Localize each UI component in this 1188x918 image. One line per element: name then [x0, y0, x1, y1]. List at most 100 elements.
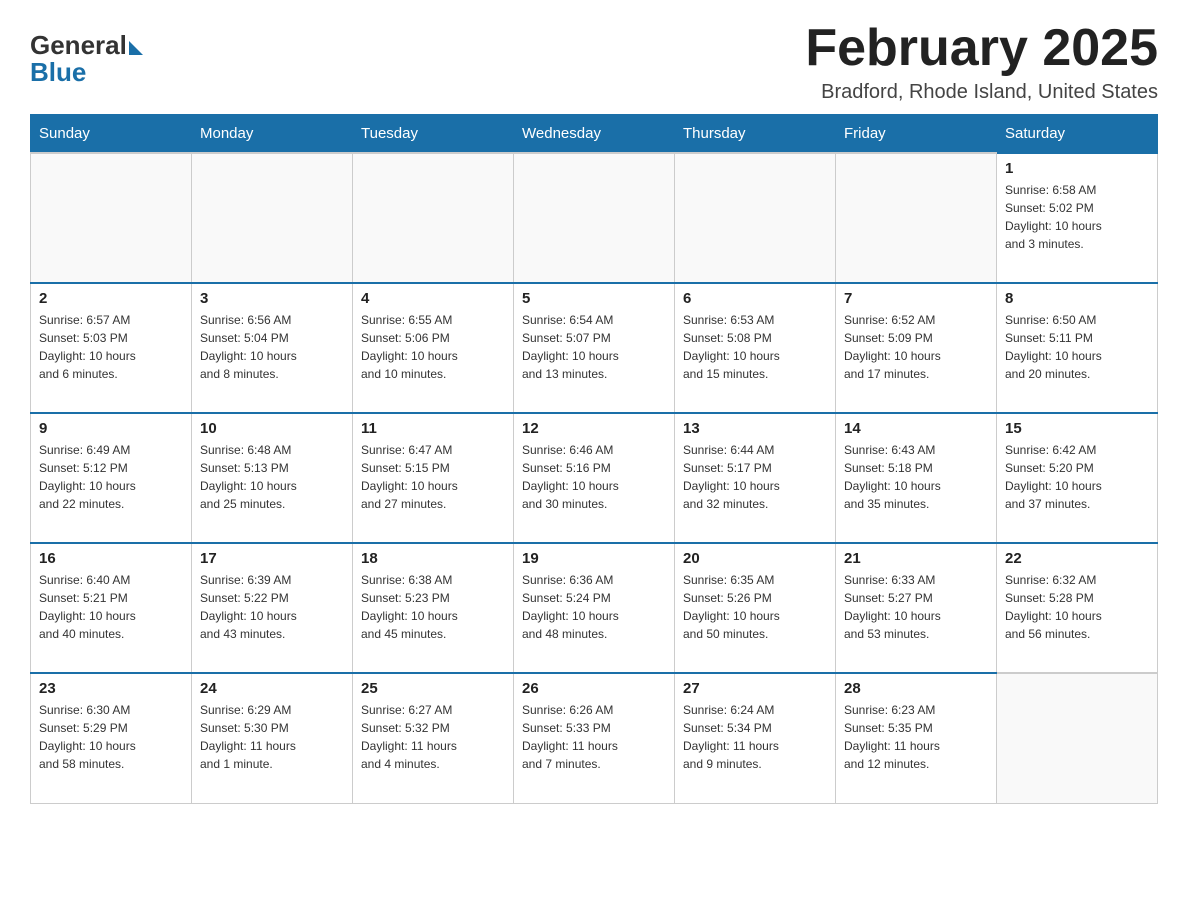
calendar-cell: 1 Sunrise: 6:58 AMSunset: 5:02 PMDaylight… [997, 153, 1158, 283]
day-number: 11 [361, 420, 505, 437]
day-number: 28 [844, 680, 988, 697]
weekday-header-sunday: Sunday [31, 115, 192, 154]
calendar-cell: 18 Sunrise: 6:38 AMSunset: 5:23 PMDayligh… [353, 543, 514, 673]
calendar-cell: 28 Sunrise: 6:23 AMSunset: 5:35 PMDayligh… [836, 673, 997, 803]
calendar-cell: 6 Sunrise: 6:53 AMSunset: 5:08 PMDaylight… [675, 283, 836, 413]
logo-blue-text: Blue [30, 57, 86, 88]
day-number: 19 [522, 550, 666, 567]
day-number: 14 [844, 420, 988, 437]
calendar-cell: 10 Sunrise: 6:48 AMSunset: 5:13 PMDayligh… [192, 413, 353, 543]
day-info: Sunrise: 6:48 AMSunset: 5:13 PMDaylight:… [200, 441, 344, 513]
day-number: 10 [200, 420, 344, 437]
day-number: 21 [844, 550, 988, 567]
calendar-week-row: 16Sunrise: 6:40 AMSunset: 5:21 PMDayligh… [31, 543, 1158, 673]
day-number: 8 [1005, 290, 1149, 307]
day-info: Sunrise: 6:56 AMSunset: 5:04 PMDaylight:… [200, 311, 344, 383]
day-number: 4 [361, 290, 505, 307]
calendar-cell: 24 Sunrise: 6:29 AMSunset: 5:30 PMDayligh… [192, 673, 353, 803]
calendar-week-row: 23 Sunrise: 6:30 AMSunset: 5:29 PMDayligh… [31, 673, 1158, 803]
day-info: Sunrise: 6:50 AMSunset: 5:11 PMDaylight:… [1005, 311, 1149, 383]
day-info: Sunrise: 6:30 AMSunset: 5:29 PMDaylight:… [39, 701, 183, 773]
day-number: 1 [1005, 160, 1149, 177]
day-number: 12 [522, 420, 666, 437]
calendar-cell: 27 Sunrise: 6:24 AMSunset: 5:34 PMDayligh… [675, 673, 836, 803]
day-number: 25 [361, 680, 505, 697]
day-number: 20 [683, 550, 827, 567]
weekday-header-monday: Monday [192, 115, 353, 154]
location-subtitle: Bradford, Rhode Island, United States [805, 81, 1158, 104]
day-info: Sunrise: 6:55 AMSunset: 5:06 PMDaylight:… [361, 311, 505, 383]
calendar-cell: 8 Sunrise: 6:50 AMSunset: 5:11 PMDaylight… [997, 283, 1158, 413]
calendar-cell: 2 Sunrise: 6:57 AMSunset: 5:03 PMDaylight… [31, 283, 192, 413]
day-info: Sunrise: 6:47 AMSunset: 5:15 PMDaylight:… [361, 441, 505, 513]
calendar-cell [997, 673, 1158, 803]
calendar-cell: 25 Sunrise: 6:27 AMSunset: 5:32 PMDayligh… [353, 673, 514, 803]
day-number: 3 [200, 290, 344, 307]
weekday-header-tuesday: Tuesday [353, 115, 514, 154]
calendar-cell [192, 153, 353, 283]
day-number: 17 [200, 550, 344, 567]
calendar-cell: 26Sunrise: 6:26 AMSunset: 5:33 PMDayligh… [514, 673, 675, 803]
day-info: Sunrise: 6:40 AMSunset: 5:21 PMDaylight:… [39, 571, 183, 643]
calendar-cell [31, 153, 192, 283]
day-info: Sunrise: 6:33 AMSunset: 5:27 PMDaylight:… [844, 571, 988, 643]
day-number: 23 [39, 680, 183, 697]
day-info: Sunrise: 6:32 AMSunset: 5:28 PMDaylight:… [1005, 571, 1149, 643]
calendar-cell [836, 153, 997, 283]
calendar-cell [353, 153, 514, 283]
day-info: Sunrise: 6:27 AMSunset: 5:32 PMDaylight:… [361, 701, 505, 773]
calendar-cell: 14 Sunrise: 6:43 AMSunset: 5:18 PMDayligh… [836, 413, 997, 543]
day-number: 24 [200, 680, 344, 697]
day-number: 2 [39, 290, 183, 307]
day-info: Sunrise: 6:43 AMSunset: 5:18 PMDaylight:… [844, 441, 988, 513]
logo-arrow-icon [129, 41, 143, 55]
calendar-cell: 23 Sunrise: 6:30 AMSunset: 5:29 PMDayligh… [31, 673, 192, 803]
day-info: Sunrise: 6:46 AMSunset: 5:16 PMDaylight:… [522, 441, 666, 513]
day-number: 5 [522, 290, 666, 307]
day-info: Sunrise: 6:53 AMSunset: 5:08 PMDaylight:… [683, 311, 827, 383]
day-info: Sunrise: 6:29 AMSunset: 5:30 PMDaylight:… [200, 701, 344, 773]
day-number: 15 [1005, 420, 1149, 437]
calendar-table: SundayMondayTuesdayWednesdayThursdayFrid… [30, 114, 1158, 804]
day-number: 9 [39, 420, 183, 437]
calendar-cell: 15 Sunrise: 6:42 AMSunset: 5:20 PMDayligh… [997, 413, 1158, 543]
title-section: February 2025 Bradford, Rhode Island, Un… [805, 20, 1158, 104]
calendar-week-row: 9 Sunrise: 6:49 AMSunset: 5:12 PMDaylight… [31, 413, 1158, 543]
logo: General Blue [30, 30, 143, 88]
day-info: Sunrise: 6:42 AMSunset: 5:20 PMDaylight:… [1005, 441, 1149, 513]
day-number: 6 [683, 290, 827, 307]
day-number: 22 [1005, 550, 1149, 567]
day-number: 27 [683, 680, 827, 697]
day-info: Sunrise: 6:44 AMSunset: 5:17 PMDaylight:… [683, 441, 827, 513]
calendar-week-row: 2 Sunrise: 6:57 AMSunset: 5:03 PMDaylight… [31, 283, 1158, 413]
day-info: Sunrise: 6:58 AMSunset: 5:02 PMDaylight:… [1005, 181, 1149, 253]
calendar-cell: 21 Sunrise: 6:33 AMSunset: 5:27 PMDayligh… [836, 543, 997, 673]
calendar-cell [514, 153, 675, 283]
weekday-header-friday: Friday [836, 115, 997, 154]
calendar-cell: 7Sunrise: 6:52 AMSunset: 5:09 PMDaylight… [836, 283, 997, 413]
day-info: Sunrise: 6:24 AMSunset: 5:34 PMDaylight:… [683, 701, 827, 773]
day-info: Sunrise: 6:35 AMSunset: 5:26 PMDaylight:… [683, 571, 827, 643]
calendar-cell: 9 Sunrise: 6:49 AMSunset: 5:12 PMDaylight… [31, 413, 192, 543]
day-info: Sunrise: 6:49 AMSunset: 5:12 PMDaylight:… [39, 441, 183, 513]
calendar-cell: 17 Sunrise: 6:39 AMSunset: 5:22 PMDayligh… [192, 543, 353, 673]
day-number: 18 [361, 550, 505, 567]
calendar-cell: 19 Sunrise: 6:36 AMSunset: 5:24 PMDayligh… [514, 543, 675, 673]
day-number: 26 [522, 680, 666, 697]
day-info: Sunrise: 6:36 AMSunset: 5:24 PMDaylight:… [522, 571, 666, 643]
calendar-cell: 16Sunrise: 6:40 AMSunset: 5:21 PMDayligh… [31, 543, 192, 673]
day-info: Sunrise: 6:57 AMSunset: 5:03 PMDaylight:… [39, 311, 183, 383]
day-info: Sunrise: 6:38 AMSunset: 5:23 PMDaylight:… [361, 571, 505, 643]
day-info: Sunrise: 6:39 AMSunset: 5:22 PMDaylight:… [200, 571, 344, 643]
day-info: Sunrise: 6:52 AMSunset: 5:09 PMDaylight:… [844, 311, 988, 383]
day-number: 13 [683, 420, 827, 437]
calendar-cell: 11 Sunrise: 6:47 AMSunset: 5:15 PMDayligh… [353, 413, 514, 543]
calendar-cell [675, 153, 836, 283]
calendar-header-row: SundayMondayTuesdayWednesdayThursdayFrid… [31, 115, 1158, 154]
day-info: Sunrise: 6:23 AMSunset: 5:35 PMDaylight:… [844, 701, 988, 773]
weekday-header-wednesday: Wednesday [514, 115, 675, 154]
calendar-cell: 12 Sunrise: 6:46 AMSunset: 5:16 PMDayligh… [514, 413, 675, 543]
calendar-cell: 22 Sunrise: 6:32 AMSunset: 5:28 PMDayligh… [997, 543, 1158, 673]
month-title: February 2025 [805, 20, 1158, 77]
calendar-cell: 3 Sunrise: 6:56 AMSunset: 5:04 PMDaylight… [192, 283, 353, 413]
